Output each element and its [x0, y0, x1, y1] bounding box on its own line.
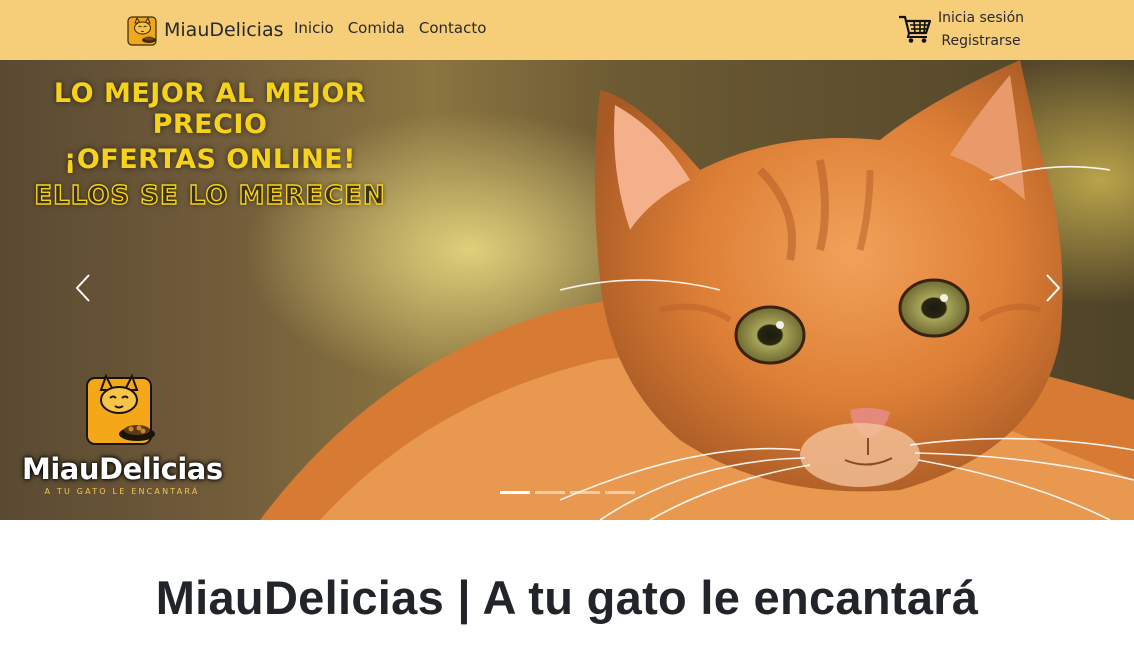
login-link[interactable]: Inicia sesión	[936, 7, 1026, 30]
carousel-logo-tagline: A TU GATO LE ENCANTARÁ	[44, 487, 200, 496]
carousel-prev-button[interactable]	[68, 268, 98, 308]
shopping-cart-icon[interactable]	[898, 14, 932, 44]
hero-carousel: LO MEJOR AL MEJOR PRECIO ¡OFERTAS ONLINE…	[0, 60, 1134, 520]
promo-subheadline: ¡OFERTAS ONLINE!	[64, 144, 356, 175]
nav-link-inicio[interactable]: Inicio	[294, 19, 334, 37]
carousel-indicator-1[interactable]	[500, 491, 530, 494]
cat-food-bag-icon	[127, 16, 157, 46]
promo-headline: LO MEJOR AL MEJOR PRECIO	[53, 78, 367, 140]
carousel-next-button[interactable]	[1038, 268, 1068, 308]
promo-tagline: ELLOS SE LO MERECEN	[34, 180, 386, 211]
navbar: MiauDelicias Inicio Comida Contacto Inic…	[0, 0, 1134, 60]
brand-link[interactable]: MiauDelicias	[126, 12, 284, 48]
nav-links: Inicio Comida Contacto	[294, 19, 500, 37]
nav-link-contacto[interactable]: Contacto	[419, 19, 487, 37]
promo-text: LO MEJOR AL MEJOR PRECIO ¡OFERTAS ONLINE…	[20, 78, 400, 212]
chevron-right-icon	[1046, 274, 1061, 302]
carousel-indicator-2[interactable]	[535, 491, 565, 494]
carousel-logo: MiauDelicias A TU GATO LE ENCANTARÁ	[22, 366, 223, 496]
carousel-indicator-3[interactable]	[570, 491, 600, 494]
chevron-left-icon	[75, 274, 90, 302]
auth-links: Inicia sesión Registrarse	[936, 7, 1026, 53]
register-link[interactable]: Registrarse	[936, 30, 1026, 53]
carousel-indicator-4[interactable]	[605, 491, 635, 494]
page-title: MiauDelicias | A tu gato le encantará	[155, 571, 979, 624]
carousel-indicators	[500, 491, 635, 494]
cat-food-bag-icon	[86, 373, 155, 445]
carousel-logo-name: MiauDelicias	[22, 452, 223, 486]
nav-link-comida[interactable]: Comida	[348, 19, 405, 37]
brand-name: MiauDelicias	[164, 19, 284, 41]
